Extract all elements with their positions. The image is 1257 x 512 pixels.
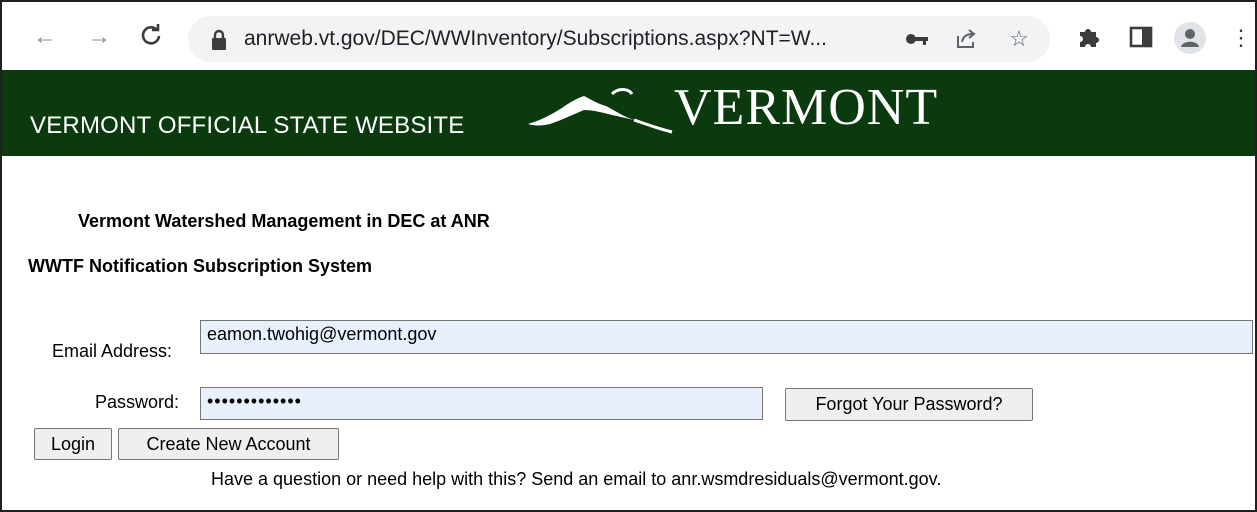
password-field[interactable]: ••••••••••••• — [200, 387, 763, 420]
vermont-banner: VERMONT OFFICIAL STATE WEBSITE VERMONT — [2, 70, 1255, 156]
forgot-password-button[interactable]: Forgot Your Password? — [785, 388, 1033, 421]
system-title: WWTF Notification Subscription System — [28, 256, 373, 276]
back-arrow-icon[interactable]: ← — [32, 24, 58, 50]
page-heading: Vermont Watershed Management in DEC at A… — [78, 211, 490, 231]
menu-dots-icon[interactable]: ⋮ — [1230, 24, 1252, 52]
site-title: VERMONT OFFICIAL STATE WEBSITE — [30, 112, 465, 139]
key-icon[interactable] — [904, 26, 930, 52]
lock-icon[interactable] — [208, 28, 230, 52]
reload-icon[interactable] — [138, 24, 164, 50]
vermont-logo-text: VERMONT — [674, 79, 939, 136]
star-icon[interactable]: ☆ — [1006, 26, 1032, 52]
login-button[interactable]: Login — [34, 428, 112, 460]
email-field[interactable]: eamon.twohig@vermont.gov — [200, 320, 1253, 354]
password-label: Password: — [95, 392, 180, 412]
browser-toolbar: ← → anrweb.vt.gov/DEC/WWInventory/Subscr… — [2, 0, 1255, 70]
side-panel-icon[interactable] — [1127, 24, 1155, 52]
create-account-button[interactable]: Create New Account — [118, 428, 339, 460]
profile-avatar[interactable] — [1174, 22, 1206, 54]
address-bar[interactable]: anrweb.vt.gov/DEC/WWInventory/Subscripti… — [188, 16, 1050, 62]
mountain-logo-icon — [522, 80, 682, 136]
extensions-icon[interactable] — [1075, 24, 1103, 52]
share-icon[interactable] — [953, 26, 979, 52]
url-text[interactable]: anrweb.vt.gov/DEC/WWInventory/Subscripti… — [244, 27, 827, 51]
email-label: Email Address: — [52, 341, 173, 361]
page-frame: ← → anrweb.vt.gov/DEC/WWInventory/Subscr… — [0, 0, 1257, 512]
forward-arrow-icon[interactable]: → — [86, 24, 112, 50]
help-text: Have a question or need help with this? … — [211, 469, 942, 489]
